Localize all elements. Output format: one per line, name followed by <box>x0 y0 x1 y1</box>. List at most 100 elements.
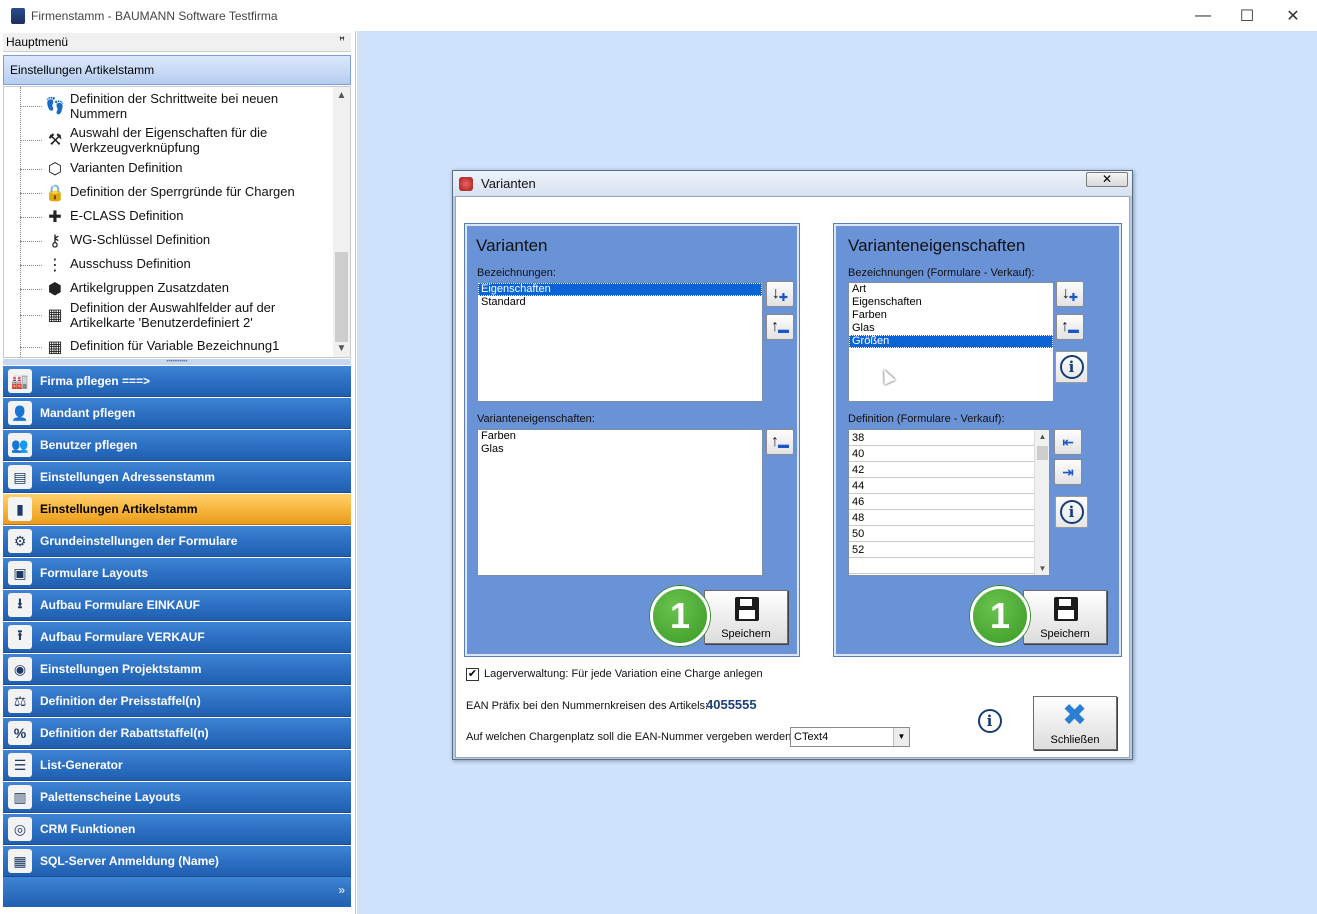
project-icon: ◉ <box>8 657 32 681</box>
list-item[interactable]: Größen <box>849 335 1053 348</box>
list-item[interactable]: 42 <box>849 462 1049 478</box>
list-item[interactable]: Eigenschaften <box>478 283 762 296</box>
maximize-button[interactable]: ☐ <box>1224 0 1270 31</box>
tree-item-calendar[interactable]: ▦ Definition für Variable Bezeichnung1 <box>4 337 334 357</box>
scroll-up-icon[interactable]: ▲ <box>333 87 350 104</box>
list-item[interactable] <box>849 558 1049 574</box>
tree-item-line: Definition der Auswahlfelder auf der <box>70 300 276 315</box>
tree-item-label: WG-Schlüssel Definition <box>70 232 210 247</box>
list-item[interactable]: 44 <box>849 478 1049 494</box>
panel-splitter[interactable]: •••••••••• <box>3 359 351 365</box>
tree-item-line: E-CLASS Definition <box>70 208 184 223</box>
nav-item-gear-doc[interactable]: ⚙ Grundeinstellungen der Formulare <box>3 526 351 557</box>
tree-item-footprints[interactable]: 👣 Definition der Schrittweite bei neuen Nu… <box>4 90 334 122</box>
nav-item-factory[interactable]: 🏭 Firma pflegen ===> <box>3 366 351 397</box>
list-item[interactable]: Glas <box>478 443 762 456</box>
nav-item-price-scale[interactable]: ⚖ Definition der Preisstaffel(n) <box>3 686 351 717</box>
ean-prefix-label: EAN Präfix bei den Nummernkreisen des Ar… <box>466 700 709 712</box>
scroll-thumb[interactable] <box>335 252 348 342</box>
varianten-group: Varianten Bezeichnungen: Eigenschaften St… <box>464 223 800 657</box>
move-down-add-button[interactable]: ↓ ✚ <box>1056 281 1084 307</box>
list-item[interactable]: Eigenschaften <box>849 296 1053 309</box>
list-item[interactable]: Glas <box>849 322 1053 335</box>
close-dialog-label: Schließen <box>1050 734 1100 746</box>
tree-item-line: Varianten Definition <box>70 160 183 175</box>
move-up-remove-button[interactable]: ↑ ▬ <box>1056 314 1084 340</box>
list-item[interactable]: 48 <box>849 510 1049 526</box>
list-item[interactable]: Art <box>849 283 1053 296</box>
nav-item-list[interactable]: ☰ List-Generator <box>3 750 351 781</box>
definition-scrollbar[interactable]: ▲ ▼ <box>1034 430 1049 575</box>
pin-icon[interactable]: ꟸ <box>337 36 347 48</box>
varianteneigenschaften-list[interactable]: Farben Glas <box>477 429 763 576</box>
save-varianten-button[interactable]: Speichern <box>704 590 788 644</box>
chargenplatz-select[interactable]: CText4 ▼ <box>790 727 910 747</box>
nav-item-project[interactable]: ◉ Einstellungen Projektstamm <box>3 654 351 685</box>
tree-item-cube[interactable]: ⬢ Artikelgruppen Zusatzdaten <box>4 279 334 299</box>
list-item[interactable]: 50 <box>849 526 1049 542</box>
tree-item-key[interactable]: ⚷ WG-Schlüssel Definition <box>4 231 334 251</box>
upload-tray-icon: ⭱ <box>8 625 32 649</box>
chevron-down-icon[interactable]: ▼ <box>893 728 909 746</box>
info-button[interactable]: i <box>1055 496 1088 528</box>
info-button[interactable]: i <box>1055 351 1088 383</box>
move-down-add-button[interactable]: ↓ ✚ <box>766 281 794 307</box>
nav-item-download-tray[interactable]: ⭳ Aufbau Formulare EINKAUF <box>3 590 351 621</box>
tree-item-tools[interactable]: ⚒ Auswahl der Eigenschaften für die Werkze… <box>4 124 334 156</box>
save-properties-button[interactable]: Speichern <box>1023 590 1107 644</box>
tree-item-puzzle[interactable]: ✚ E-CLASS Definition <box>4 207 334 227</box>
close-dialog-button[interactable]: ✖ Schließen <box>1033 696 1117 750</box>
nav-item-pallet[interactable]: ▥ Palettenscheine Layouts <box>3 782 351 813</box>
tree-scrollbar[interactable]: ▲ ▼ <box>333 87 350 357</box>
nav-item-address-card[interactable]: ▤ Einstellungen Adressenstamm <box>3 462 351 493</box>
outdent-button[interactable]: ⇤ <box>1054 429 1082 455</box>
nav-item-layout[interactable]: ▣ Formulare Layouts <box>3 558 351 589</box>
nav-footer: » <box>3 877 351 907</box>
nav-item-client[interactable]: 👤 Mandant pflegen <box>3 398 351 429</box>
dialog-close-button[interactable]: ✕ <box>1086 172 1128 187</box>
nav-item-users[interactable]: 👥 Benutzer pflegen <box>3 430 351 461</box>
nav-item-upload-tray[interactable]: ⭱ Aufbau Formulare VERKAUF <box>3 622 351 653</box>
client-icon: 👤 <box>8 401 32 425</box>
list-item[interactable]: 46 <box>849 494 1049 510</box>
scroll-down-icon[interactable]: ▼ <box>333 340 350 357</box>
minimize-button[interactable]: — <box>1180 0 1226 31</box>
tree-item-lock[interactable]: 🔒 Definition der Sperrgründe für Chargen <box>4 183 334 203</box>
lagerverwaltung-checkbox[interactable]: ✔ <box>466 668 479 681</box>
nav-item-label: Grundeinstellungen der Formulare <box>40 534 238 548</box>
list-item[interactable]: 38 <box>849 430 1049 446</box>
floppy-disk-icon <box>735 597 759 621</box>
tree-item-form[interactable]: ▦ Definition der Auswahlfelder auf der Art… <box>4 299 334 331</box>
close-x-icon: ✖ <box>1062 699 1088 732</box>
tree-item-traffic-light[interactable]: ⋮ Ausschuss Definition <box>4 255 334 275</box>
list-item[interactable]: Standard <box>478 296 762 309</box>
tree-connector <box>20 347 42 348</box>
close-window-button[interactable]: ✕ <box>1270 0 1316 31</box>
nav-item-database[interactable]: ▦ SQL-Server Anmeldung (Name) <box>3 846 351 877</box>
definition-grid[interactable]: 38 40 42 44 46 48 50 52 ▲ ▼ <box>848 429 1050 576</box>
nav-item-label: Palettenscheine Layouts <box>40 790 181 804</box>
save-label: Speichern <box>1040 628 1090 640</box>
scroll-up-icon[interactable]: ▲ <box>1035 432 1049 441</box>
tree-item-box[interactable]: ⬡ Varianten Definition <box>4 159 334 179</box>
list-item[interactable]: Farben <box>478 430 762 443</box>
info-button[interactable]: i <box>973 705 1006 737</box>
nav-item-label: Benutzer pflegen <box>40 438 138 452</box>
list-item[interactable]: Farben <box>849 309 1053 322</box>
move-up-remove-button[interactable]: ↑ ▬ <box>766 314 794 340</box>
remove-property-button[interactable]: ↑ ▬ <box>766 429 794 455</box>
chevron-icon[interactable]: » <box>338 883 345 897</box>
nav-item-percent[interactable]: % Definition der Rabattstaffel(n) <box>3 718 351 749</box>
section-header[interactable]: Einstellungen Artikelstamm <box>3 55 351 85</box>
scroll-down-icon[interactable]: ▼ <box>1035 564 1049 573</box>
list-item[interactable]: 40 <box>849 446 1049 462</box>
scroll-thumb[interactable] <box>1037 446 1048 460</box>
bezeichnungen-list[interactable]: Eigenschaften Standard <box>477 282 763 402</box>
key-icon: ⚷ <box>49 232 61 250</box>
bezeichnungen-verkauf-list[interactable]: Art Eigenschaften Farben Glas Größen <box>848 282 1054 402</box>
nav-item-barcode-scanner[interactable]: ▮ Einstellungen Artikelstamm <box>3 494 351 525</box>
list-item[interactable]: 52 <box>849 542 1049 558</box>
tree-item-line: Definition der Sperrgründe für Chargen <box>70 184 295 199</box>
indent-button[interactable]: ⇥ <box>1054 459 1082 485</box>
nav-item-crm[interactable]: ◎ CRM Funktionen <box>3 814 351 845</box>
